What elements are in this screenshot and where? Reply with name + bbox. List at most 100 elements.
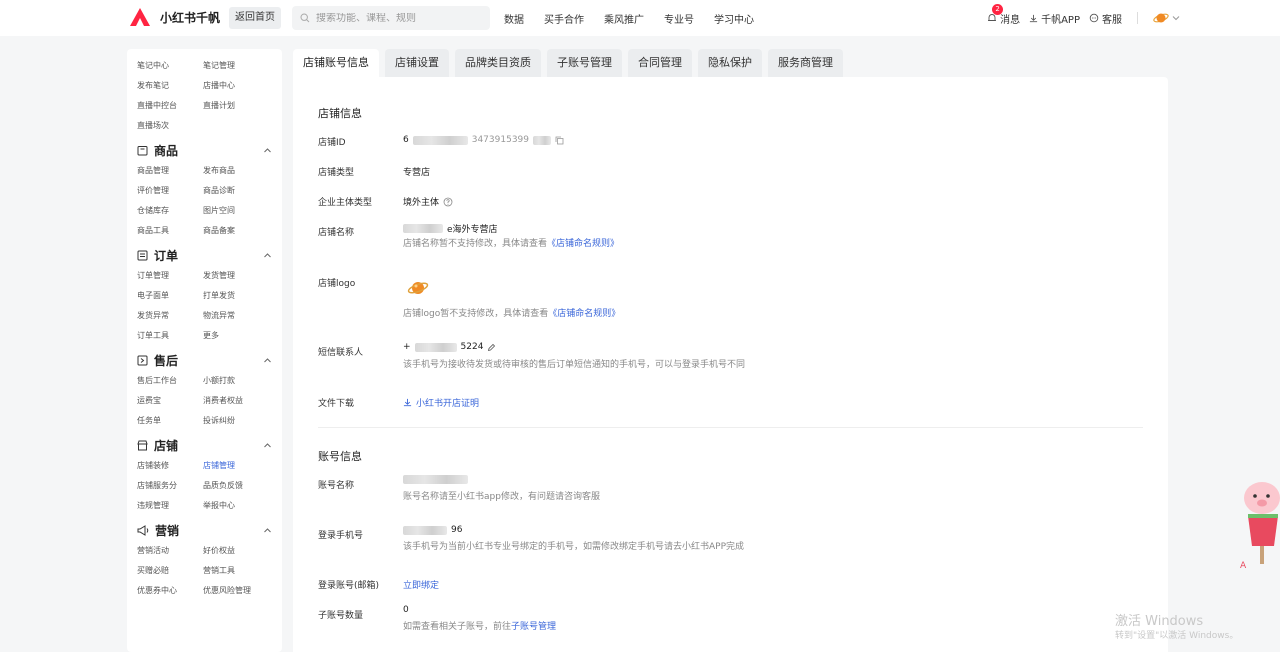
tab-contracts[interactable]: 合同管理	[628, 49, 692, 77]
redacted-blur	[412, 135, 468, 145]
sidebar-section-header[interactable]: 营销	[137, 520, 272, 540]
sidebar-section-order: 订单 订单管理 发货管理 电子面单 打单发货 发货异常 物流异常 订单工具 更多	[127, 245, 282, 342]
sms-contact-value: + 5224	[403, 342, 496, 352]
sidebar-section-product: 商品 商品管理 发布商品 评价管理 商品诊断 仓储库存 图片空间 商品工具 商品…	[127, 140, 282, 237]
sidebar-item[interactable]: 电子面单	[137, 289, 203, 302]
sidebar-item[interactable]: 运费宝	[137, 394, 203, 407]
help-icon[interactable]	[443, 197, 453, 207]
chevron-up-icon	[264, 442, 271, 447]
search-input[interactable]	[316, 12, 486, 24]
tab-store-account-info[interactable]: 店铺账号信息	[293, 49, 379, 77]
sidebar-item[interactable]: 物流异常	[203, 309, 269, 322]
store-certificate-link[interactable]: 小红书开店证明	[403, 396, 479, 409]
sidebar-item[interactable]: 优惠券中心	[137, 584, 203, 597]
floating-mascot-icon[interactable]: A	[1234, 468, 1280, 568]
sidebar-item-note-manage[interactable]: 笔记管理	[203, 59, 269, 72]
sidebar-item[interactable]: 更多	[203, 329, 269, 342]
sidebar-item[interactable]: 仓储库存	[137, 204, 203, 217]
message-count-badge: 2	[992, 3, 1004, 15]
tab-service-provider[interactable]: 服务商管理	[768, 49, 843, 77]
chat-icon	[1089, 13, 1099, 23]
sidebar-item[interactable]: 评价管理	[137, 184, 203, 197]
sub-account-hint: 如需查看相关子账号，前往子账号管理	[403, 619, 556, 632]
sidebar-item[interactable]: 小额打款	[203, 374, 269, 387]
sidebar-item[interactable]: 商品备案	[203, 224, 269, 237]
sidebar-item[interactable]: 举报中心	[203, 499, 269, 512]
sidebar-section-header[interactable]: 售后	[137, 350, 272, 370]
sidebar-item[interactable]: 店铺服务分	[137, 479, 203, 492]
sidebar-item-note-center[interactable]: 笔记中心	[137, 59, 203, 72]
store-icon	[137, 440, 148, 450]
sidebar-item[interactable]: 买赠必赔	[137, 564, 203, 577]
sidebar-item[interactable]: 好价权益	[203, 544, 269, 557]
redacted-blur	[414, 342, 457, 352]
sidebar-item[interactable]: 营销活动	[137, 544, 203, 557]
entity-type-text: 境外主体	[403, 198, 440, 208]
tab-privacy[interactable]: 隐私保护	[698, 49, 762, 77]
tab-bar: 店铺账号信息 店铺设置 品牌类目资质 子账号管理 合同管理 隐私保护 服务商管理	[293, 49, 843, 77]
sidebar-section-header[interactable]: 商品	[137, 140, 272, 160]
sidebar-item[interactable]: 图片空间	[203, 204, 269, 217]
sidebar-item[interactable]: 违规管理	[137, 499, 203, 512]
sidebar-item[interactable]: 发布商品	[203, 164, 269, 177]
download-icon	[1029, 14, 1038, 22]
sidebar-item[interactable]: 投诉纠纷	[203, 414, 269, 427]
sidebar-item[interactable]: 发货管理	[203, 269, 269, 282]
edit-icon[interactable]	[487, 343, 496, 352]
sidebar-item-live-console[interactable]: 直播中控台	[137, 99, 203, 112]
sidebar-item[interactable]: 商品工具	[137, 224, 203, 237]
copy-icon[interactable]	[555, 136, 564, 145]
sidebar-item-live-sessions[interactable]: 直播场次	[137, 119, 203, 132]
nav-data[interactable]: 数据	[504, 11, 524, 26]
sms-suffix: 5224	[460, 342, 484, 352]
sidebar-section-header[interactable]: 订单	[137, 245, 272, 265]
sidebar-item-live-center[interactable]: 店播中心	[203, 79, 269, 92]
tab-brand-category[interactable]: 品牌类目资质	[455, 49, 541, 77]
nav-promotion[interactable]: 乘风推广	[604, 11, 644, 26]
store-type-label: 店铺类型	[318, 168, 355, 178]
nav-pro-account[interactable]: 专业号	[664, 11, 694, 26]
sidebar-item[interactable]: 订单工具	[137, 329, 203, 342]
logo-rules-link[interactable]: 《店铺命名规则》	[548, 309, 620, 319]
sidebar-item-store-manage[interactable]: 店铺管理	[203, 459, 269, 472]
app-download-button[interactable]: 千帆APP	[1029, 11, 1080, 26]
store-type-value: 专营店	[403, 168, 431, 178]
sidebar-item[interactable]: 商品管理	[137, 164, 203, 177]
messages-button[interactable]: 2 消息	[987, 3, 1020, 26]
sidebar-item[interactable]: 售后工作台	[137, 374, 203, 387]
tab-store-settings[interactable]: 店铺设置	[385, 49, 449, 77]
sms-contact-label: 短信联系人	[318, 348, 364, 358]
sidebar-item[interactable]: 任务单	[137, 414, 203, 427]
sidebar-item[interactable]: 发货异常	[137, 309, 203, 322]
sidebar-item[interactable]: 订单管理	[137, 269, 203, 282]
sidebar-item-publish-note[interactable]: 发布笔记	[137, 79, 203, 92]
nav-learning-center[interactable]: 学习中心	[714, 11, 754, 26]
sidebar-item[interactable]: 优惠风险管理	[203, 584, 269, 597]
search-box[interactable]	[292, 6, 490, 30]
sms-contact-hint: 该手机号为接收待发货或待审核的售后订单短信通知的手机号，可以与登录手机号不同	[403, 360, 746, 370]
sidebar-section-title: 店铺	[154, 438, 179, 453]
customer-service-button[interactable]: 客服	[1089, 11, 1122, 26]
sidebar-item-live-plan[interactable]: 直播计划	[203, 99, 269, 112]
sidebar-item[interactable]: 品质负反馈	[203, 479, 269, 492]
back-home-button[interactable]: 返回首页	[229, 7, 281, 29]
sidebar-item[interactable]: 商品诊断	[203, 184, 269, 197]
sidebar-item[interactable]: 打单发货	[203, 289, 269, 302]
nav-buyer-cooperation[interactable]: 买手合作	[544, 11, 584, 26]
user-menu[interactable]	[1153, 10, 1180, 26]
download-icon	[403, 398, 412, 407]
bind-email-link[interactable]: 立即绑定	[403, 578, 439, 591]
tab-sub-accounts[interactable]: 子账号管理	[547, 49, 622, 77]
chevron-down-icon	[1172, 16, 1180, 21]
brand-logo[interactable]: 小红书千帆	[128, 6, 220, 28]
sidebar-section-header[interactable]: 店铺	[137, 435, 272, 455]
sidebar-item[interactable]: 营销工具	[203, 564, 269, 577]
store-name-hint-text: 店铺名称暂不支持修改，具体请查看	[403, 239, 548, 249]
sidebar-item[interactable]: 消费者权益	[203, 394, 269, 407]
sub-account-manage-link[interactable]: 子账号管理	[511, 622, 556, 632]
naming-rules-link[interactable]: 《店铺命名规则》	[547, 239, 619, 249]
sub-account-count-label: 子账号数量	[318, 611, 364, 621]
store-name-hint: 店铺名称暂不支持修改，具体请查看《店铺命名规则》	[403, 236, 619, 249]
sidebar-item[interactable]: 店铺装修	[137, 459, 203, 472]
sms-prefix: +	[403, 342, 411, 352]
